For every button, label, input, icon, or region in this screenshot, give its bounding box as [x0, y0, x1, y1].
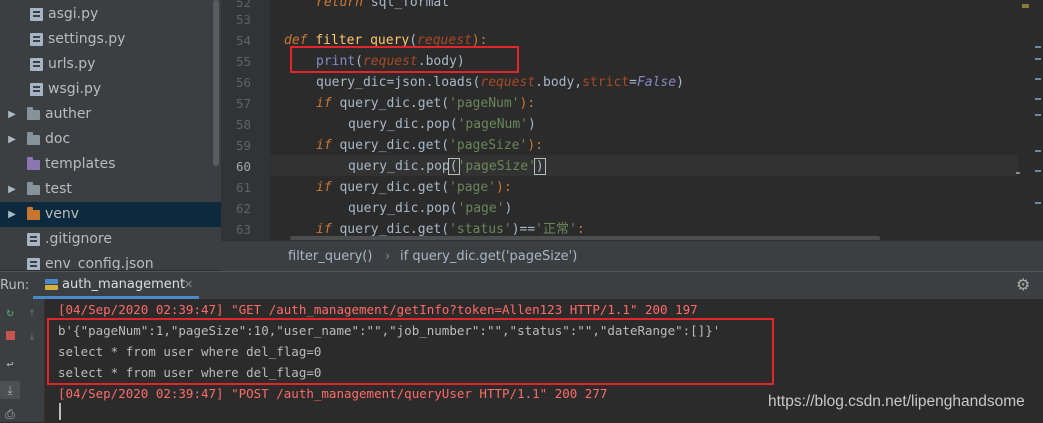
tree-item-label: auther	[45, 106, 92, 122]
code-line-57: if query_dic.get('pageNum'):	[316, 96, 536, 111]
annotation-box-print	[290, 46, 519, 73]
error-stripe-marker	[1035, 46, 1041, 48]
soft-wrap-icon[interactable]: ↩	[0, 355, 20, 373]
line-number: 53	[235, 12, 251, 27]
error-stripe-marker	[1035, 202, 1041, 204]
error-stripe-marker	[1035, 78, 1041, 80]
code-line-52: return sql_format	[316, 0, 450, 10]
tree-item-label: settings.py	[48, 31, 126, 47]
line-number: 55	[235, 54, 251, 69]
run-tool-window-header: Run: auth_management ✕ ⚙	[0, 271, 1043, 300]
print-icon[interactable]: ⎙	[0, 405, 20, 423]
tree-item-asgi[interactable]: asgi.py	[0, 2, 221, 27]
line-number: 57	[235, 96, 251, 111]
tree-item-venv[interactable]: ▶ venv	[0, 202, 221, 227]
python-file-icon	[30, 8, 43, 21]
code-line-56: query_dic=json.loads(request.body,strict…	[316, 75, 684, 90]
breadcrumb-statement[interactable]: if query_dic.get('pageSize')	[400, 241, 577, 272]
line-number: 62	[235, 201, 251, 216]
console-line: [04/Sep/2020 02:39:47] "POST /auth_manag…	[58, 386, 608, 401]
watermark: https://blog.csdn.net/lipenghandsome	[768, 393, 1025, 410]
stop-icon[interactable]	[0, 327, 20, 345]
project-tree: asgi.py settings.py urls.py wsgi.py ▶ au…	[0, 0, 221, 270]
line-number: 61	[235, 180, 251, 195]
tree-item-settings[interactable]: settings.py	[0, 27, 221, 52]
tree-item-label: doc	[45, 131, 71, 147]
error-stripe[interactable]	[1018, 0, 1043, 240]
expand-arrow-icon[interactable]: ▶	[6, 127, 18, 152]
folder-icon	[27, 132, 40, 145]
line-number: 56	[235, 75, 251, 90]
code-line-58: query_dic.pop('pageNum')	[348, 117, 536, 132]
console-caret	[59, 403, 61, 420]
run-label: Run:	[0, 278, 30, 293]
annotation-box-output	[47, 318, 774, 385]
tree-item-label: test	[45, 181, 72, 197]
console-line: [04/Sep/2020 02:39:47] "GET /auth_manage…	[58, 302, 698, 317]
tree-item-templates[interactable]: templates	[0, 152, 221, 177]
tree-item-env-config[interactable]: env_config.json	[0, 252, 221, 270]
error-stripe-marker	[1035, 58, 1041, 60]
run-tab-label: auth_management	[62, 277, 186, 292]
python-file-icon	[30, 58, 43, 71]
json-file-icon	[27, 258, 40, 270]
line-number: 59	[235, 138, 251, 153]
code-line-61: if query_dic.get('page'):	[316, 180, 512, 195]
folder-icon	[27, 107, 40, 120]
python-run-icon	[45, 279, 58, 290]
code-line-60: query_dic.pop('pageSize')	[348, 158, 546, 175]
expand-arrow-icon[interactable]: ▶	[6, 177, 18, 202]
line-number: 58	[235, 117, 251, 132]
scroll-down-icon[interactable]: ↓	[22, 327, 42, 345]
python-file-icon	[30, 33, 43, 46]
tree-item-test[interactable]: ▶ test	[0, 177, 221, 202]
breadcrumb: filter_query() › if query_dic.get('pageS…	[221, 240, 1043, 272]
text-file-icon	[27, 233, 40, 246]
line-number: 54	[235, 33, 251, 48]
tree-item-label: .gitignore	[45, 231, 112, 247]
line-number: 63	[235, 222, 251, 237]
tree-item-label: wsgi.py	[48, 81, 102, 97]
tree-item-wsgi[interactable]: wsgi.py	[0, 77, 221, 102]
current-line-number: 60	[235, 159, 251, 174]
close-icon[interactable]: ✕	[184, 272, 193, 297]
expand-arrow-icon[interactable]: ▶	[6, 202, 18, 227]
excluded-folder-icon	[27, 207, 40, 220]
error-stripe-marker	[1035, 150, 1041, 152]
error-stripe-marker	[1035, 98, 1041, 100]
code-editor[interactable]: return sql_format def filter_query(reque…	[270, 0, 1018, 240]
code-line-62: query_dic.pop('page')	[348, 201, 513, 216]
tree-item-label: env_config.json	[45, 256, 154, 270]
tree-item-label: asgi.py	[48, 6, 99, 22]
breadcrumb-separator: ›	[385, 249, 391, 264]
code-line-59: if query_dic.get('pageSize'):	[316, 138, 543, 153]
tree-scrollbar[interactable]	[213, 0, 219, 166]
error-stripe-marker	[1035, 170, 1041, 172]
scroll-to-end-icon[interactable]: ⤓	[0, 381, 20, 399]
breadcrumb-function[interactable]: filter_query()	[288, 241, 372, 272]
scroll-position-marker[interactable]	[1016, 172, 1020, 174]
tree-item-label: templates	[45, 156, 116, 172]
expand-arrow-icon[interactable]: ▶	[6, 102, 18, 127]
tree-item-gitignore[interactable]: .gitignore	[0, 227, 221, 252]
tree-item-label: urls.py	[48, 56, 96, 72]
warning-marker[interactable]	[1022, 4, 1029, 8]
python-file-icon	[30, 83, 43, 96]
tree-item-auther[interactable]: ▶ auther	[0, 102, 221, 127]
gear-icon[interactable]: ⚙	[1016, 275, 1030, 295]
run-toolbar: ↻ ↑ ↓ ↩ ⤓ ⎙	[0, 299, 45, 422]
tree-item-urls[interactable]: urls.py	[0, 52, 221, 77]
scroll-up-icon[interactable]: ↑	[22, 303, 42, 321]
folder-icon	[27, 182, 40, 195]
tree-item-doc[interactable]: ▶ doc	[0, 127, 221, 152]
tree-item-label: venv	[45, 206, 80, 222]
run-tab[interactable]: auth_management ✕	[33, 272, 199, 299]
templates-folder-icon	[27, 157, 40, 170]
rerun-icon[interactable]: ↻	[0, 303, 20, 321]
error-stripe-marker	[1035, 114, 1041, 116]
